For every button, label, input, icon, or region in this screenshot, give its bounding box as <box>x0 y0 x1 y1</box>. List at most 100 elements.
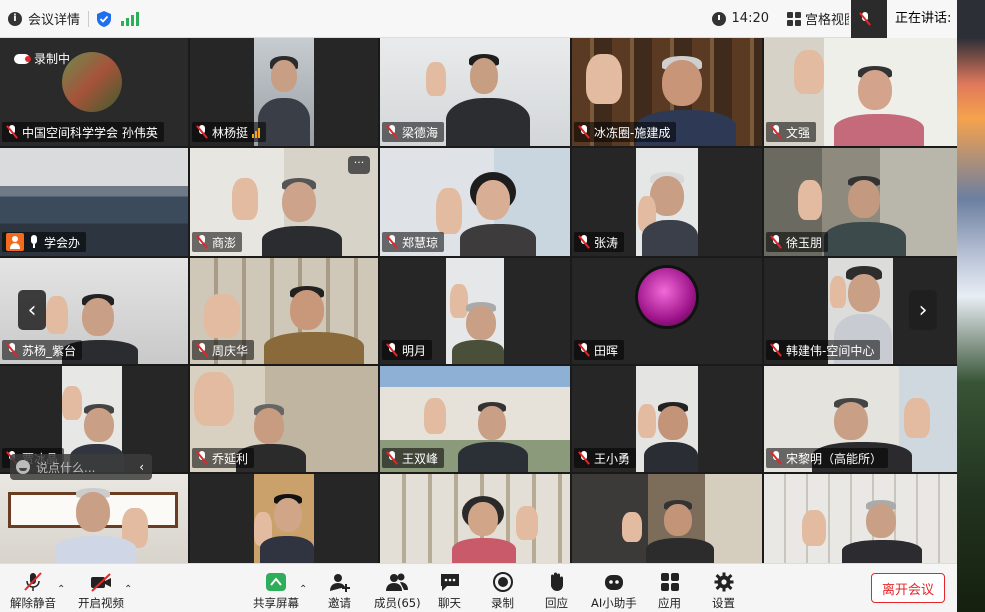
participant-name: 商澎 <box>212 235 237 250</box>
ai-assistant-icon <box>604 575 623 590</box>
mic-muted-icon <box>386 343 398 357</box>
video-tile[interactable]: 周庆华 <box>190 258 378 364</box>
video-tile[interactable]: 明月 <box>380 258 570 364</box>
mic-muted-icon <box>6 125 18 139</box>
mic-muted-icon <box>770 343 782 357</box>
mic-muted-icon <box>578 343 590 357</box>
mic-muted-icon <box>196 235 208 249</box>
participant-name-tag: 梁德海 <box>382 122 445 142</box>
participant-name: 林杨挺 <box>212 125 249 140</box>
video-tile[interactable] <box>190 474 378 563</box>
network-signal-icon[interactable] <box>121 11 140 26</box>
record-icon <box>492 572 513 592</box>
video-tile[interactable]: 梁德海 <box>380 38 570 146</box>
participant-name-tag: 郑慧琼 <box>382 232 445 252</box>
chat-icon <box>440 574 459 591</box>
video-tile[interactable] <box>380 474 570 563</box>
video-tile[interactable] <box>572 474 762 563</box>
participant-name-tag: 田晖 <box>574 340 625 360</box>
recording-indicator: 录制中 <box>14 50 70 67</box>
participant-name: 冰冻圈-施建成 <box>594 125 671 140</box>
camera-off-icon <box>91 573 111 592</box>
video-tile[interactable]: 张涛 <box>572 148 762 256</box>
mic-muted-icon <box>578 235 590 249</box>
video-tile[interactable]: 学会办 <box>0 148 188 256</box>
apps-button[interactable]: 应用 <box>658 567 681 611</box>
video-tile[interactable] <box>0 474 188 563</box>
video-tile[interactable]: 宋黎明（高能所） <box>764 366 957 472</box>
mic-muted-icon <box>386 451 398 465</box>
add-user-icon <box>329 574 350 592</box>
sun-image <box>638 268 696 326</box>
record-label: 录制 <box>491 596 514 610</box>
next-page-button[interactable]: › <box>909 290 937 330</box>
apps-icon <box>660 573 679 591</box>
audio-options-caret[interactable]: ⌃ <box>57 584 65 595</box>
shield-icon[interactable] <box>97 10 112 27</box>
meeting-info-label: 会议详情 <box>28 13 81 28</box>
video-tile[interactable]: 田晖 <box>572 258 762 364</box>
prev-page-button[interactable]: ‹ <box>18 290 46 330</box>
ai-assistant-button[interactable]: AI小助手 <box>591 567 637 611</box>
video-tile[interactable]: 文强 <box>764 38 957 146</box>
view-switch-button[interactable]: 宫格视图 <box>805 9 849 28</box>
quick-chat-input[interactable]: 说点什么... ‹ <box>10 454 152 480</box>
video-tile[interactable]: 王小勇 <box>572 366 762 472</box>
share-screen-icon <box>266 573 286 591</box>
mic-muted-icon <box>386 125 398 139</box>
video-tile[interactable]: 郑慧琼 <box>380 148 570 256</box>
mic-muted-icon <box>24 572 42 591</box>
chevron-left-icon[interactable]: ‹ <box>139 460 144 474</box>
chat-button[interactable]: 聊天 <box>438 567 461 611</box>
share-screen-button[interactable]: 共享屏幕 <box>253 567 299 611</box>
video-tile[interactable]: 录制中 中国空间科学学会 孙伟英 <box>0 38 188 146</box>
video-tile[interactable]: 徐玉朋 <box>764 148 957 256</box>
start-video-button[interactable]: 开启视频 <box>78 567 124 611</box>
participant-name-tag: 乔延利 <box>192 448 255 468</box>
video-options-caret[interactable]: ⌃ <box>124 584 132 595</box>
mic-muted-icon <box>196 125 208 139</box>
settings-label: 设置 <box>712 596 735 610</box>
video-tile[interactable]: 王双峰 <box>380 366 570 472</box>
video-tile[interactable]: ··· 商澎 <box>190 148 378 256</box>
wallpaper-strip <box>957 38 985 612</box>
participant-name: 文强 <box>786 125 811 140</box>
video-tile[interactable]: 林杨挺 <box>190 38 378 146</box>
participant-name-tag: 中国空间科学学会 孙伟英 <box>2 122 164 142</box>
settings-button[interactable]: 设置 <box>712 567 735 611</box>
participant-name-tag: 张涛 <box>574 232 625 252</box>
participant-name-tag: 韩建伟-空间中心 <box>766 340 881 360</box>
gallery-view-icon[interactable] <box>787 11 801 26</box>
mic-muted-icon <box>6 343 18 357</box>
avatar <box>62 52 122 112</box>
participant-name: 周庆华 <box>212 343 249 358</box>
participant-name-tag: 徐玉朋 <box>766 232 829 252</box>
reactions-button[interactable]: 回应 <box>545 567 568 611</box>
mic-muted-icon <box>770 125 782 139</box>
record-button[interactable]: 录制 <box>491 567 514 611</box>
emoji-icon[interactable] <box>16 460 30 474</box>
more-options-button[interactable]: ··· <box>348 156 370 174</box>
invite-button[interactable]: 邀请 <box>328 567 351 611</box>
video-tile[interactable]: 乔延利 <box>190 366 378 472</box>
ai-assistant-label: AI小助手 <box>591 596 637 610</box>
meeting-window: i 会议详情 14:20 宫格视图 正在讲话: 录制中 <box>0 0 985 612</box>
participant-name-tag: 王小勇 <box>574 448 637 468</box>
apps-label: 应用 <box>658 596 681 610</box>
participant-name-tag: 周庆华 <box>192 340 255 360</box>
signal-strength-icon <box>252 127 261 138</box>
participant-name: 学会办 <box>44 235 81 250</box>
leave-meeting-button[interactable]: 离开会议 <box>871 573 945 603</box>
mic-on-icon <box>28 235 40 249</box>
share-screen-label: 共享屏幕 <box>253 596 299 610</box>
meeting-info-button[interactable]: i 会议详情 <box>8 9 80 28</box>
members-button[interactable]: 成员(65) <box>374 567 421 611</box>
chat-placeholder: 说点什么... <box>36 460 96 475</box>
video-tile[interactable] <box>764 474 957 563</box>
speaking-label: 正在讲话: <box>887 0 957 38</box>
mic-muted-icon <box>770 235 782 249</box>
video-tile[interactable]: 冰冻圈-施建成 <box>572 38 762 146</box>
share-options-caret[interactable]: ⌃ <box>299 584 307 595</box>
participant-name: 宋黎明（高能所） <box>786 451 883 466</box>
unmute-button[interactable]: 解除静音 <box>10 567 56 611</box>
